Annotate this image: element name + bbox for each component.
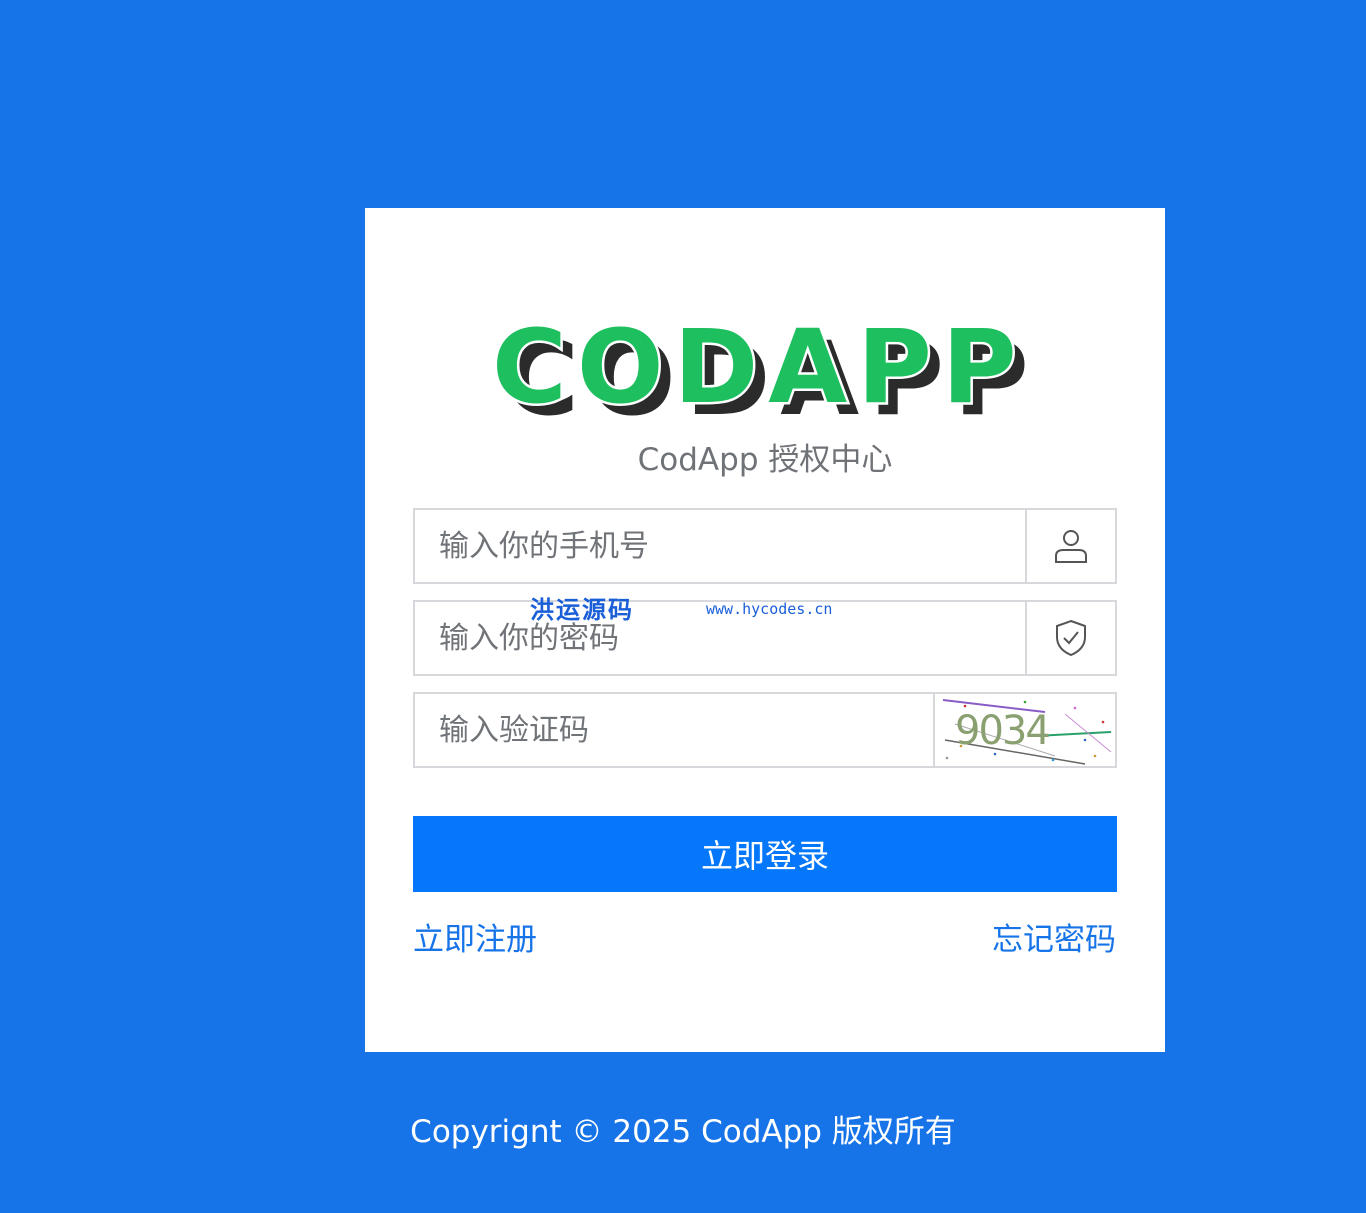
watermark-url: www.hycodes.cn bbox=[706, 600, 833, 618]
captcha-field: 9034 bbox=[413, 692, 1117, 768]
page-subtitle: CodApp 授权中心 bbox=[637, 442, 893, 478]
shield-check-icon bbox=[1056, 619, 1086, 657]
phone-field bbox=[413, 508, 1117, 584]
user-icon bbox=[1055, 530, 1087, 563]
copyright-text: Copyrignt © 2025 CodApp 版权所有 bbox=[410, 1114, 956, 1150]
logo-text: CODAPP bbox=[492, 312, 1027, 422]
login-button[interactable]: 立即登录 bbox=[413, 816, 1117, 892]
captcha-input[interactable] bbox=[415, 694, 933, 766]
phone-addon bbox=[1025, 510, 1115, 582]
phone-input[interactable] bbox=[415, 510, 1025, 582]
codapp-logo: CODAPP CODAPP bbox=[490, 306, 1050, 440]
forgot-password-link[interactable]: 忘记密码 bbox=[992, 914, 1116, 959]
captcha-image[interactable]: 9034 bbox=[933, 694, 1115, 766]
register-link[interactable]: 立即注册 bbox=[413, 914, 537, 959]
captcha-text: 9034 bbox=[955, 708, 1049, 754]
watermark-text: 洪运源码 bbox=[530, 595, 634, 624]
password-addon bbox=[1025, 602, 1115, 674]
